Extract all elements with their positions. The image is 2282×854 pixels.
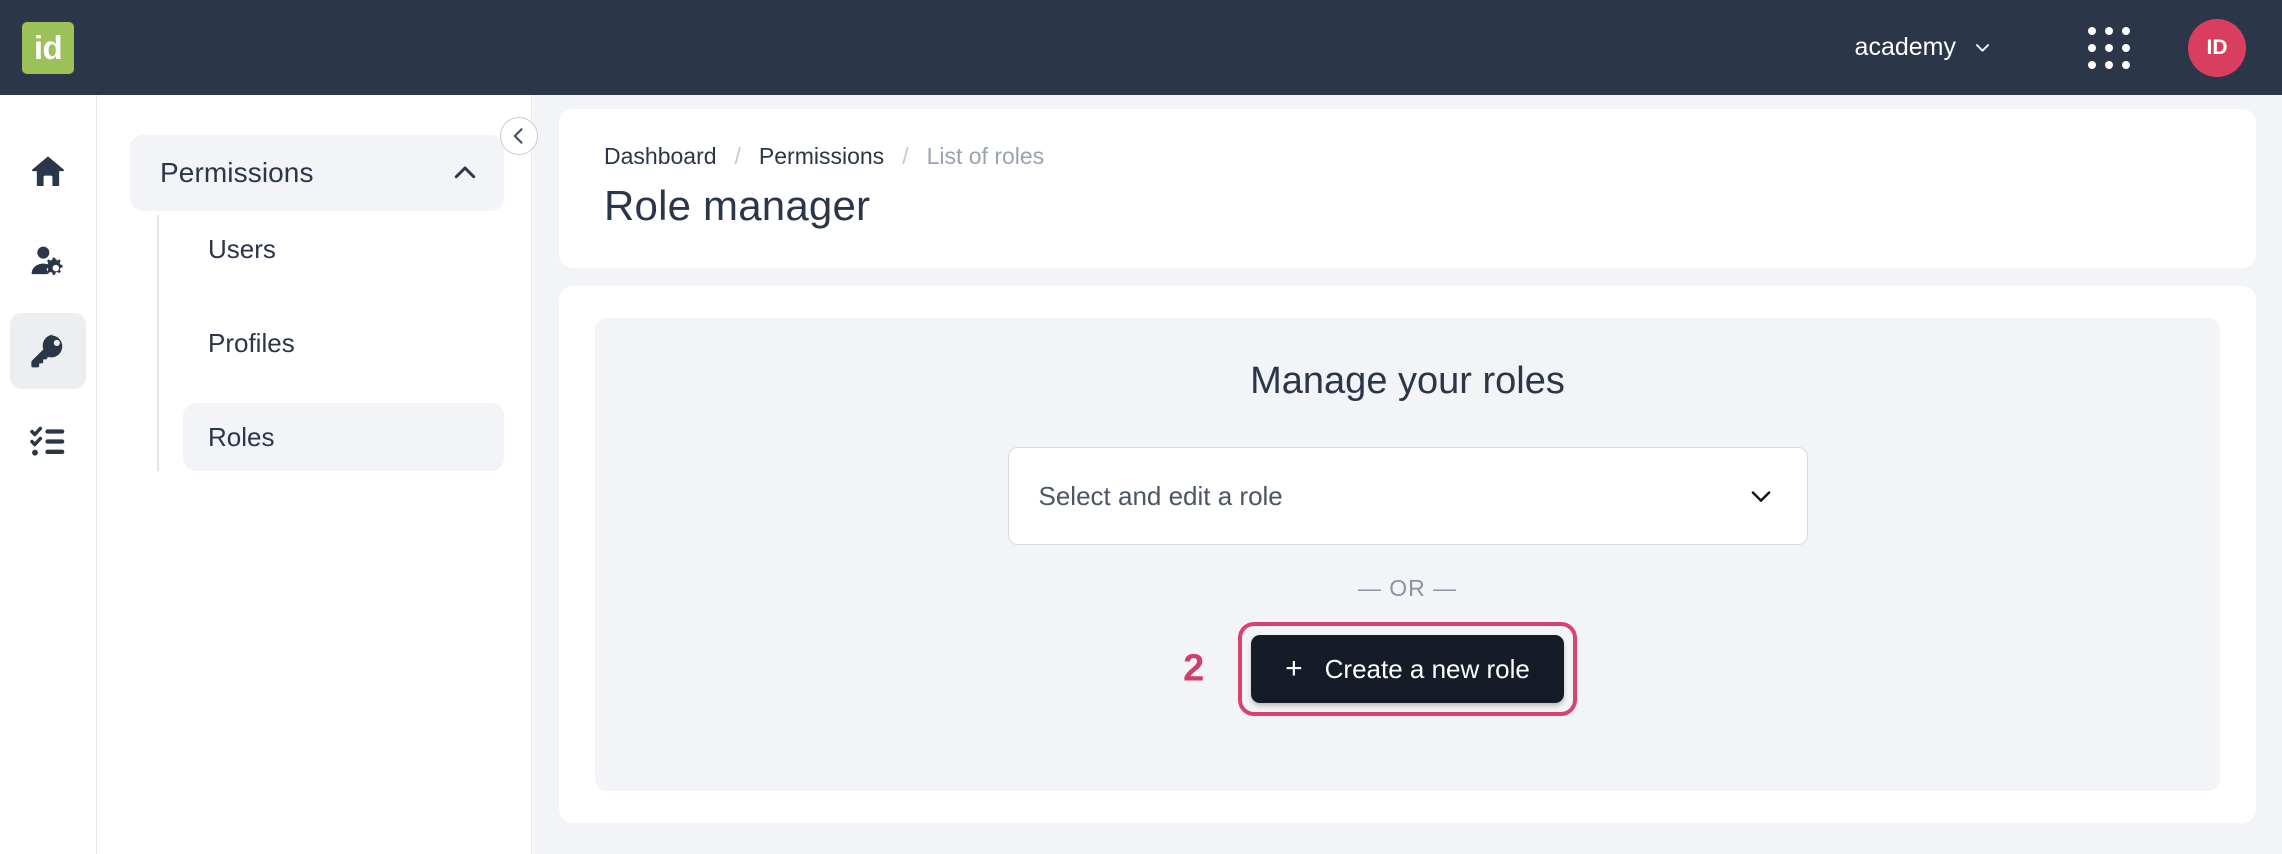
rail-item-user-management[interactable] [10, 223, 86, 299]
step-number-badge: 2 [1183, 647, 1205, 690]
breadcrumb-separator: / [734, 143, 741, 169]
top-bar: id academy ID [0, 0, 2282, 95]
avatar[interactable]: ID [2188, 18, 2246, 77]
user-gear-icon [31, 246, 63, 275]
page-title: Role manager [604, 182, 871, 229]
breadcrumb-item-dashboard[interactable]: Dashboard [604, 143, 717, 170]
sidebar-item-profiles[interactable]: Profiles [183, 309, 504, 377]
rail-item-permissions[interactable] [10, 313, 86, 389]
sidebar-group-label: Permissions [160, 157, 314, 188]
breadcrumb-item-permissions[interactable]: Permissions [759, 143, 884, 170]
annotation-highlight-ring: + Create a new role [1238, 622, 1577, 716]
content-area: Dashboard / Permissions / List of roles … [533, 95, 2282, 854]
sidebar-item-users[interactable]: Users [183, 215, 504, 283]
create-role-cta-wrapper: 2 + Create a new role [1183, 622, 1577, 716]
roles-card: Manage your roles Select and edit a role… [559, 286, 2256, 823]
tenant-switcher[interactable]: academy [1841, 23, 2006, 72]
rail-item-home[interactable] [10, 133, 86, 209]
key-icon [31, 334, 63, 368]
page-header-card: Dashboard / Permissions / List of roles … [559, 109, 2256, 268]
grid-dot [2122, 60, 2130, 69]
sidebar-collapse-button[interactable] [500, 117, 538, 155]
apps-grid-icon[interactable] [2080, 19, 2138, 77]
rail-item-tasks[interactable] [10, 403, 86, 479]
chevron-down-icon [1751, 491, 1770, 502]
panel-title: Manage your roles [1250, 360, 1565, 402]
plus-icon: + [1285, 652, 1303, 685]
manage-roles-panel: Manage your roles Select and edit a role… [595, 318, 2220, 791]
role-select[interactable]: Select and edit a role [1007, 447, 1808, 545]
task-list-icon [30, 426, 65, 456]
tenant-label: academy [1854, 33, 1956, 61]
grid-dot [2122, 43, 2130, 52]
sidebar-item-roles[interactable]: Roles [183, 403, 504, 471]
grid-dot [2088, 60, 2096, 69]
chevron-down-icon [1976, 44, 1989, 52]
sidebar-item-label: Roles [208, 421, 275, 452]
sidebar-item-label: Users [208, 233, 276, 264]
breadcrumb: Dashboard / Permissions / List of roles [604, 143, 2211, 170]
grid-dot [2105, 26, 2113, 35]
chevron-up-icon [454, 166, 476, 179]
grid-dot [2105, 43, 2113, 52]
grid-dot [2122, 26, 2130, 35]
grid-dot [2105, 60, 2113, 69]
home-icon [32, 156, 64, 186]
sidebar-group-permissions[interactable]: Permissions [130, 135, 504, 211]
sidebar-group-children: Users Profiles Roles [157, 215, 531, 471]
or-divider-label: — OR — [1357, 575, 1458, 601]
role-select-value: Select and edit a role [1038, 480, 1283, 511]
icon-rail [0, 95, 97, 854]
grid-dot [2088, 43, 2096, 52]
create-new-role-label: Create a new role [1324, 653, 1530, 684]
app-logo[interactable]: id [22, 21, 74, 74]
chevron-left-icon [513, 128, 523, 144]
breadcrumb-separator: / [902, 143, 909, 169]
secondary-sidebar: Permissions Users Profiles Roles [97, 95, 532, 854]
create-new-role-button[interactable]: + Create a new role [1251, 635, 1564, 703]
grid-dot [2088, 26, 2096, 35]
breadcrumb-item-current: List of roles [926, 143, 1045, 169]
topbar-right-cluster: academy ID [1841, 18, 2282, 77]
sidebar-item-label: Profiles [208, 327, 295, 358]
